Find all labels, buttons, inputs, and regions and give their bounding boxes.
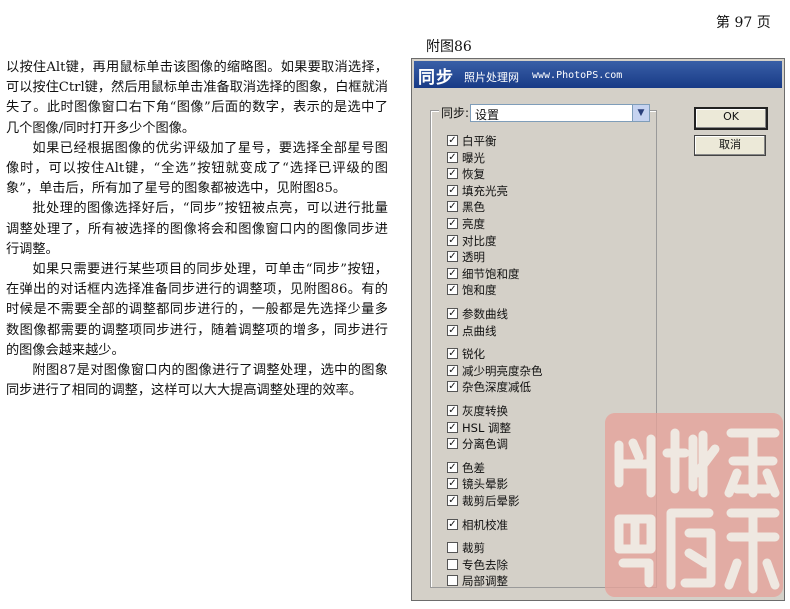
checkbox-label: 亮度 [462,217,485,231]
checkbox[interactable]: ✓ [447,461,458,473]
dialog-url: www.PhotoPS.com [532,70,623,81]
checkbox[interactable]: ✓ [447,364,458,376]
checkbox[interactable]: ✓ [447,184,458,196]
body-text: 以按住Alt键，再用鼠标单击该图像的缩略图。如果要取消选择，可以按住Ctrl键，… [6,58,388,401]
checkbox-label: 透明 [462,250,485,265]
checkbox[interactable]: ✓ [447,168,458,180]
seal-graphic [605,413,783,597]
paragraph: 附图87是对图像窗口内的图像进行了调整处理，选中的图象同步进行了相同的调整，这样… [6,363,388,399]
checkbox[interactable]: ✓ [447,151,458,163]
checkbox[interactable]: ✓ [447,234,458,246]
dialog-subtitle: 照片处理网 [464,71,519,84]
checkbox-label: 对比度 [462,233,497,248]
chevron-down-icon[interactable]: ▼ [632,105,649,121]
sync-label: 同步: [439,104,472,121]
figure-caption: 附图86 [426,39,472,55]
checkbox[interactable] [447,575,458,587]
checkbox[interactable]: ✓ [447,421,458,433]
checkbox[interactable]: ✓ [447,135,458,146]
checkbox-label: 分离色调 [462,437,508,452]
checkbox[interactable]: ✓ [447,478,458,490]
checkbox[interactable] [447,542,458,554]
checkbox[interactable]: ✓ [447,348,458,360]
checkbox[interactable]: ✓ [447,405,458,416]
dialog-titlebar: 同步 照片处理网 www.PhotoPS.com [414,61,782,88]
checkbox-label: 灰度转换 [462,404,508,418]
checkbox-label: 局部调整 [462,574,508,589]
checkbox-label: 恢复 [462,167,485,182]
checkbox-label: 裁剪 [462,541,485,556]
paragraph: 如果已经根据图像的优劣评级加了星号，要选择全部星号图像时，可以按住Alt键，“全… [6,140,388,197]
paragraph: 如果只需要进行某些项目的同步处理，可单击“同步”按钮，在弹出的对话框内选择准备同… [6,262,388,358]
checkbox-label: 色差 [462,460,485,475]
checkbox[interactable]: ✓ [447,381,458,393]
checkbox-label: 黑色 [462,200,485,215]
paragraph: 批处理的图像选择好后，“同步”按钮被点亮，可以进行批量调整处理了，所有被选择的图… [6,201,388,257]
checkbox-label: 点曲线 [462,323,497,338]
sync-select[interactable]: 设置 ▼ [470,104,650,122]
checkbox[interactable]: ✓ [447,201,458,213]
checkbox-label: 专色去除 [462,557,508,572]
checkbox[interactable]: ✓ [447,438,458,450]
paragraph: 以按住Alt键，再用鼠标单击该图像的缩略图。如果要取消选择，可以按住Ctrl键，… [6,60,388,136]
checkbox[interactable]: ✓ [447,251,458,263]
checkbox[interactable]: ✓ [447,495,458,506]
dialog-title: 同步 [418,68,454,88]
checkbox-label: 填充光亮 [462,183,508,198]
checkbox-label: 曝光 [462,150,485,165]
checkbox-label: 减少明亮度杂色 [462,363,543,378]
sync-select-value: 设置 [475,108,500,122]
checkbox[interactable]: ✓ [447,218,458,229]
checkbox[interactable]: ✓ [447,267,458,279]
cancel-button[interactable]: 取消 [694,135,766,156]
checkbox-label: 参数曲线 [462,307,508,321]
checkbox[interactable]: ✓ [447,308,458,319]
checkbox-label: 杂色深度减低 [462,380,531,395]
checkbox-label: 裁剪后晕影 [462,494,520,508]
checkbox-label: 镜头晕影 [462,477,508,492]
checkbox[interactable]: ✓ [447,324,458,336]
page-number: 第 97 页 [716,15,771,31]
checkbox[interactable]: ✓ [447,518,458,530]
checkbox[interactable]: ✓ [447,284,458,296]
seal-stamp [605,413,783,597]
ok-button[interactable]: OK [694,107,768,130]
checkbox[interactable] [447,558,458,570]
checkbox-label: 饱和度 [462,283,497,298]
checkbox-label: 锐化 [462,347,485,362]
checkbox-label: 相机校准 [462,517,508,532]
checkbox-label: 细节饱和度 [462,266,520,281]
checkbox-label: HSL 调整 [462,420,512,435]
checkbox-label: 白平衡 [462,134,497,148]
